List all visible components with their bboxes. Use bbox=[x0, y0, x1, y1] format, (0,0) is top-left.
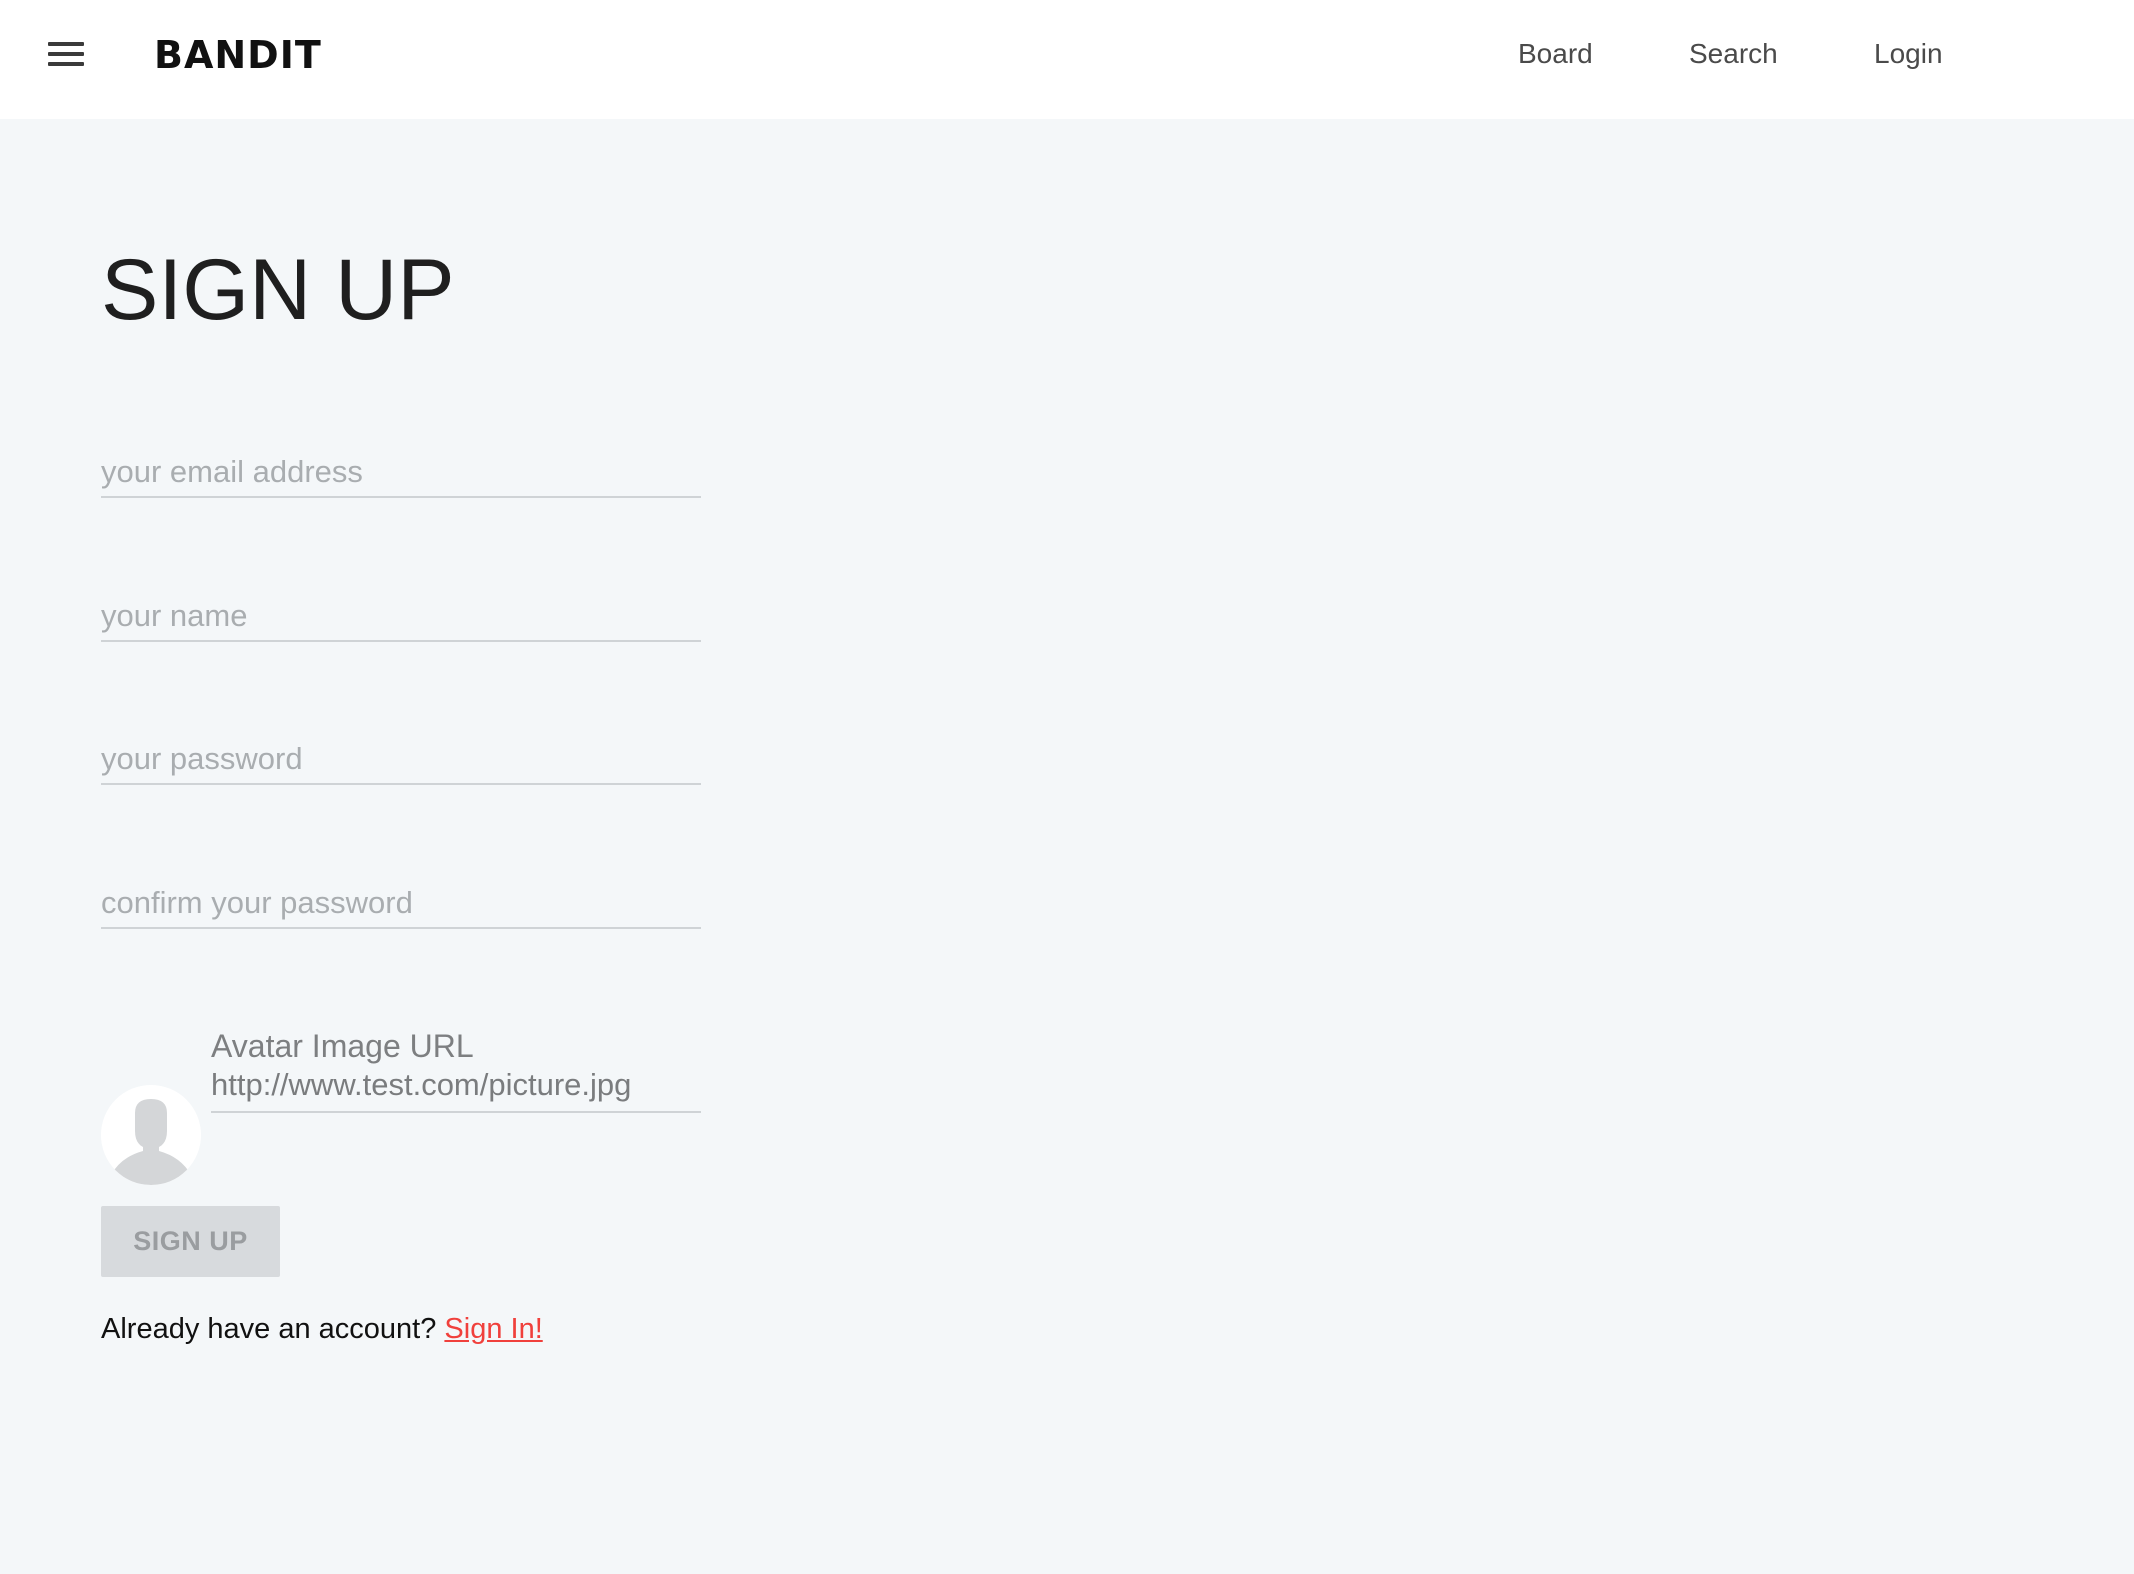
name-field-wrapper bbox=[101, 592, 701, 642]
avatar-url-field-wrapper bbox=[211, 1065, 701, 1113]
avatar-url-input[interactable] bbox=[211, 1065, 701, 1105]
avatar-placeholder-icon bbox=[101, 1085, 201, 1185]
avatar-preview bbox=[101, 1085, 201, 1185]
sign-in-link[interactable]: Sign In! bbox=[444, 1313, 542, 1345]
top-header: BANDIT Board Search Login bbox=[0, 0, 2134, 119]
signin-prompt-text: Already have an account? bbox=[101, 1313, 437, 1345]
signin-prompt-row: Already have an account? Sign In! bbox=[101, 1311, 543, 1347]
password-input[interactable] bbox=[101, 735, 701, 783]
nav-search-link[interactable]: Search bbox=[1689, 36, 1778, 72]
password-field-wrapper bbox=[101, 735, 701, 785]
page-title: SIGN UP bbox=[101, 242, 455, 338]
confirm-password-input[interactable] bbox=[101, 879, 701, 927]
email-input[interactable] bbox=[101, 448, 701, 496]
email-field-wrapper bbox=[101, 448, 701, 498]
confirm-password-field-wrapper bbox=[101, 879, 701, 929]
sign-up-button[interactable]: SIGN UP bbox=[101, 1206, 280, 1277]
nav-login-link[interactable]: Login bbox=[1874, 36, 1943, 72]
nav-board-link[interactable]: Board bbox=[1518, 36, 1593, 72]
name-input[interactable] bbox=[101, 592, 701, 640]
hamburger-menu-icon[interactable] bbox=[46, 40, 86, 68]
avatar-url-label: Avatar Image URL bbox=[211, 1028, 474, 1064]
brand-logo[interactable]: BANDIT bbox=[154, 30, 322, 80]
